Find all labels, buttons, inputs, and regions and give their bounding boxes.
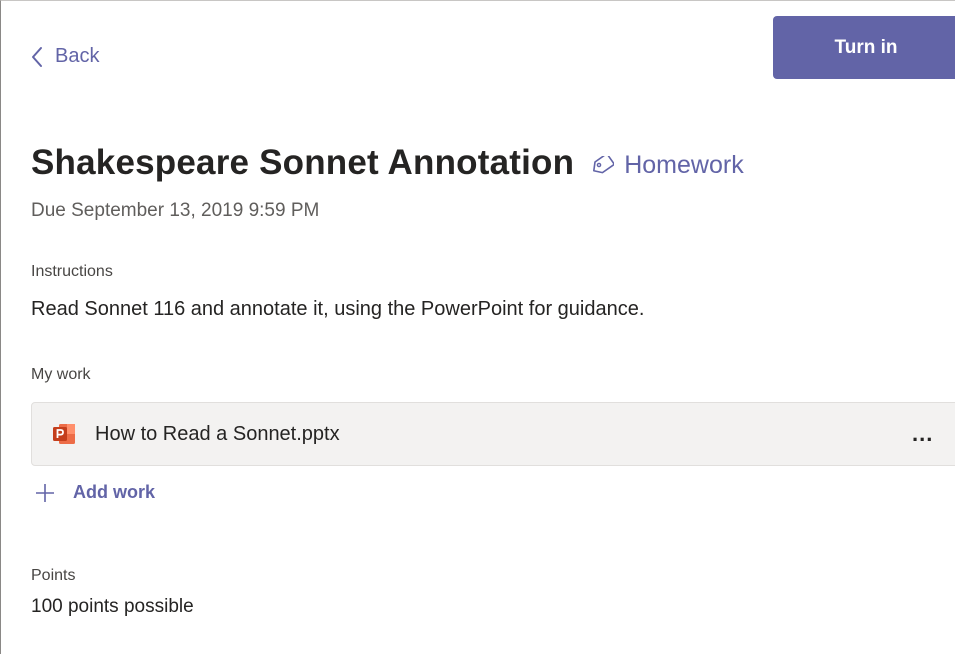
instructions-text: Read Sonnet 116 and annotate it, using t… <box>31 298 645 320</box>
tag-icon <box>593 156 615 174</box>
file-name[interactable]: How to Read a Sonnet.pptx <box>95 423 340 446</box>
assignment-title: Shakespeare Sonnet Annotation <box>31 143 575 182</box>
points-label: Points <box>31 567 76 584</box>
more-options-button[interactable]: ... <box>912 421 933 447</box>
turn-in-button[interactable]: Turn in <box>773 16 955 79</box>
category-label: Homework <box>624 150 744 179</box>
chevron-left-icon <box>32 46 42 67</box>
due-date: Due September 13, 2019 9:59 PM <box>31 200 320 221</box>
instructions-label: Instructions <box>31 263 113 280</box>
attachment-row[interactable]: How to Read a Sonnet.pptx ... <box>31 402 955 466</box>
points-value: 100 points possible <box>31 596 194 617</box>
assignment-panel: Back Turn in Shakespeare Sonnet Annotati… <box>0 0 955 654</box>
add-work-button[interactable]: Add work <box>35 482 155 503</box>
back-label: Back <box>55 45 100 67</box>
add-work-label: Add work <box>73 482 156 502</box>
powerpoint-icon <box>53 423 76 445</box>
back-button[interactable]: Back <box>31 45 99 68</box>
category-tag: Homework <box>590 150 744 180</box>
assignment-header: Shakespeare Sonnet Annotation Homework <box>31 143 744 183</box>
my-work-label: My work <box>31 366 91 383</box>
plus-icon <box>36 483 54 502</box>
